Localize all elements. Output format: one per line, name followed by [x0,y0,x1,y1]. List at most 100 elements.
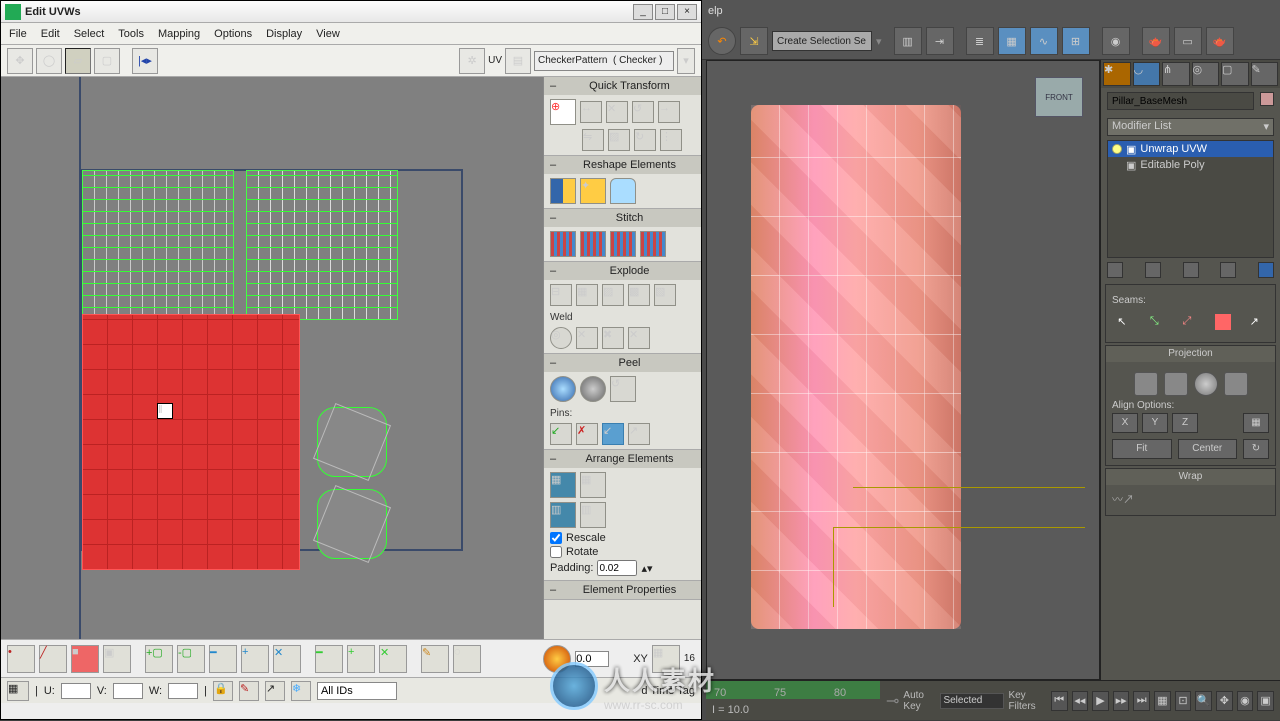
edge-to-seam-icon[interactable]: ⤡ [1150,315,1164,329]
menu-options[interactable]: Options [214,28,252,40]
element-props-header[interactable]: –Element Properties [544,581,701,599]
flatten-matid-icon[interactable]: ▧ [654,284,676,306]
uv-canvas[interactable]: ‖ [1,77,543,639]
rotate-ccw-icon[interactable]: ↺ [632,101,654,123]
menu-select[interactable]: Select [74,28,105,40]
curve-editor-icon[interactable]: ∿ [1030,27,1058,55]
flatten-poly-icon[interactable]: ▨ [602,284,624,306]
menu-display[interactable]: Display [266,28,302,40]
abs-rel-icon[interactable]: ▦ [7,681,29,701]
align-center-icon[interactable]: ⊕ [550,99,576,125]
rotate-icon[interactable]: ◯ [36,48,62,74]
pan-icon[interactable]: ✥ [1216,691,1233,711]
u-value[interactable] [61,683,91,699]
padding-value[interactable] [597,560,637,576]
render-setup-icon[interactable]: 🫖 [1142,27,1170,55]
object-color-swatch[interactable] [1260,92,1274,106]
paint-size-icon[interactable]: ◌ [453,645,481,673]
goto-end-icon[interactable]: ⏭ [1133,691,1150,711]
peel-mode-icon[interactable] [580,376,606,402]
modify-tab-icon[interactable]: ◡ [1133,62,1161,86]
box-map-icon[interactable] [1224,372,1248,396]
move-icon[interactable]: ✥ [7,48,33,74]
flip-h-icon[interactable]: ⇋ [582,129,604,151]
zoom-extents-icon[interactable]: ⊡ [1175,691,1192,711]
display-tab-icon[interactable]: ▢ [1221,62,1249,86]
maximize-icon[interactable]: □ [655,4,675,20]
key-mode-dropdown[interactable] [940,693,1004,709]
render-icon[interactable]: 🫖 [1206,27,1234,55]
fit-button[interactable]: Fit [1112,439,1172,459]
ring-icon[interactable]: ━ [209,645,237,673]
projection-header[interactable]: Projection [1106,346,1275,362]
quick-peel-icon[interactable] [550,376,576,402]
wrap-header[interactable]: Wrap [1106,469,1275,485]
uv-island-selected[interactable] [83,315,299,569]
uv-island-top-right[interactable] [247,171,397,319]
zoom-icon[interactable]: 🔍 [1195,691,1212,711]
modifier-list-dropdown[interactable]: Modifier List ▾ [1107,118,1274,136]
goto-start-icon[interactable]: ⏮ [1051,691,1068,711]
uv-island-cap-1[interactable] [317,407,387,477]
pin-icon[interactable]: ↙ [550,423,572,445]
align-y-button[interactable]: Y [1142,413,1168,433]
stitch-4-icon[interactable] [640,231,666,257]
reshape-header[interactable]: –Reshape Elements [544,156,701,174]
menu-mapping[interactable]: Mapping [158,28,200,40]
bulb-icon[interactable] [1112,144,1122,154]
edge-sel-icon[interactable]: ↖ [1117,315,1131,329]
texture-dropdown-arrow-icon[interactable]: ▾ [677,48,695,74]
paint-select-icon[interactable]: ✎ [421,645,449,673]
menu-tools[interactable]: Tools [118,28,144,40]
key-lock-icon[interactable]: ⊸ [886,691,899,711]
scene-explorer-icon[interactable]: ▦ [998,27,1026,55]
stitch-1-icon[interactable] [550,231,576,257]
relax2-icon[interactable] [610,178,636,204]
reset-peel-icon[interactable]: ↺ [610,376,636,402]
make-unique-icon[interactable] [1183,262,1199,278]
break-icon[interactable]: ⊟ [550,284,572,306]
shrink-sel-icon[interactable]: -▢ [177,645,205,673]
expand-sel-icon[interactable]: +▢ [145,645,173,673]
stitch-2-icon[interactable] [580,231,606,257]
minimize-icon[interactable]: _ [633,4,653,20]
weld-target-icon[interactable]: ◎ [550,327,572,349]
spinner-icon[interactable]: ▴▾ [641,562,652,575]
dropdown-arrow-icon[interactable]: ▾ [876,35,882,48]
spherical-map-icon[interactable] [1194,372,1218,396]
select-overlap-icon[interactable]: ✕ [379,645,407,673]
spline-map-icon[interactable]: 〰↗ [1112,494,1134,506]
uv-island-cap-2[interactable] [317,489,387,559]
soft-falloff-value[interactable] [575,651,609,667]
modifier-stack[interactable]: ▣ Unwrap UVW ▣ Editable Poly [1107,140,1274,258]
brush-icon[interactable]: ✎ [239,681,259,701]
center-button[interactable]: Center [1178,439,1238,459]
seam-to-edge-icon[interactable]: ⤢ [1182,315,1196,329]
lock-icon[interactable]: 🔒 [213,681,233,701]
orbit-icon[interactable]: ◉ [1237,691,1254,711]
auto-key-button[interactable]: Auto Key [903,690,936,712]
unpin-icon[interactable]: ✗ [576,423,598,445]
point-to-point-icon[interactable] [1215,314,1231,330]
key-filters-button[interactable]: Key Filters [1008,690,1046,712]
loop-icon[interactable]: + [241,645,269,673]
schematic-icon[interactable]: ⊞ [1062,27,1090,55]
edit-uvw-titlebar[interactable]: Edit UVWs _ □ × [1,1,701,23]
create-tab-icon[interactable]: ✱ [1103,62,1131,86]
expand-icon[interactable]: ▣ [1126,143,1136,156]
undo-icon[interactable]: ↶ [708,27,736,55]
pack-rotate-icon[interactable]: ▥ [580,502,606,528]
flatten-smooth-icon[interactable]: ▩ [628,284,650,306]
hierarchy-tab-icon[interactable]: ⋔ [1162,62,1190,86]
perspective-viewport[interactable]: FRONT [706,60,1100,680]
linear-icon[interactable]: → [658,101,680,123]
show-map-icon[interactable]: ▤ [505,48,531,74]
play-icon[interactable]: ▶ [1092,691,1109,711]
material-editor-icon[interactable]: ◉ [1102,27,1130,55]
space-icon[interactable]: ⋮ [660,129,682,151]
modifier-editable-poly[interactable]: ▣ Editable Poly [1108,157,1273,173]
explode-header[interactable]: –Explode [544,262,701,280]
help-menu-fragment[interactable]: elp [708,5,723,17]
selection-set-dropdown[interactable] [772,31,872,51]
soft-sel-icon[interactable] [543,645,571,673]
